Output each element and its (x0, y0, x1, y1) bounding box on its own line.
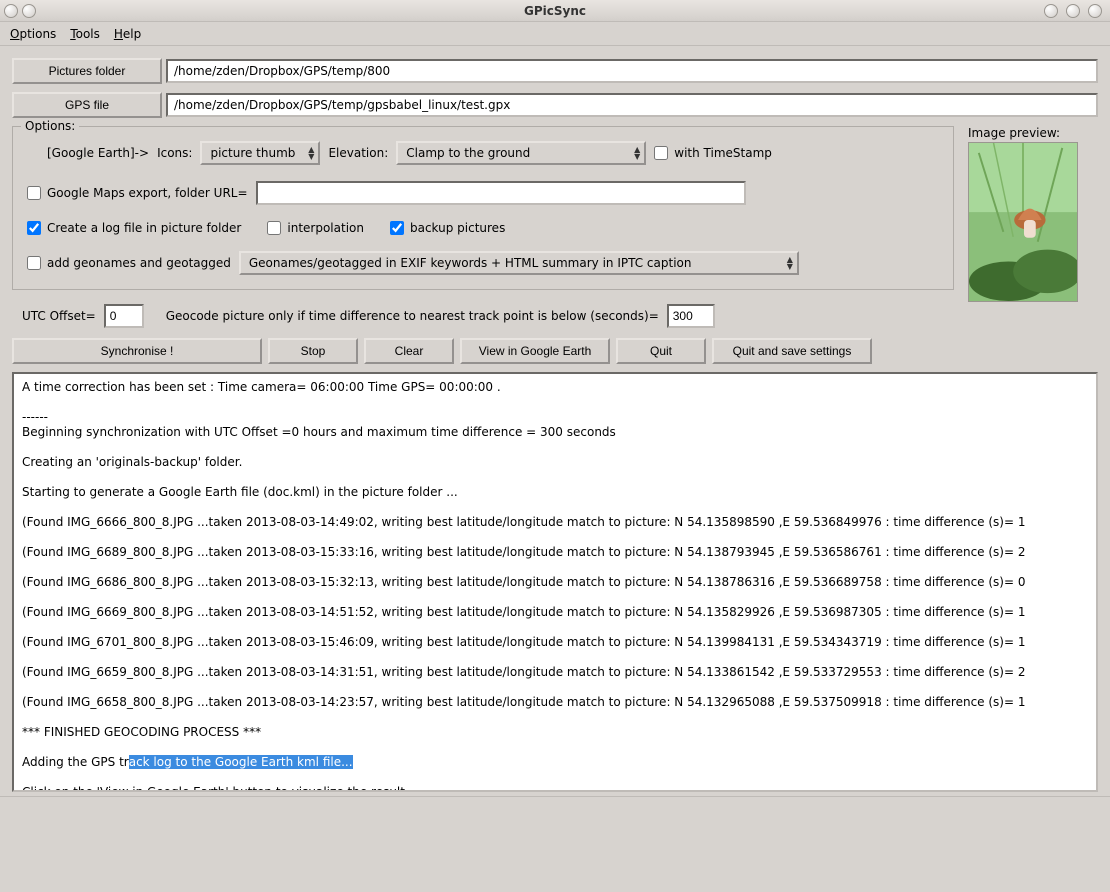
clear-button[interactable]: Clear (364, 338, 454, 364)
options-legend: Options: (21, 119, 79, 133)
window-titlebar: GPicSync (0, 0, 1110, 22)
stop-button[interactable]: Stop (268, 338, 358, 364)
close-icon[interactable] (1088, 4, 1102, 18)
menubar: Options Tools Help (0, 22, 1110, 46)
window-title: GPicSync (524, 4, 586, 18)
gps-file-input[interactable] (166, 93, 1098, 117)
gps-file-button[interactable]: GPS file (12, 92, 162, 118)
icons-value: picture thumb (210, 146, 295, 160)
geonames-label: add geonames and geotagged (47, 256, 231, 270)
window-menu-icon[interactable] (4, 4, 18, 18)
gmaps-export-checkbox[interactable]: Google Maps export, folder URL= (27, 186, 248, 200)
minimize-icon[interactable] (1044, 4, 1058, 18)
gmaps-export-label: Google Maps export, folder URL= (47, 186, 248, 200)
interpolation-label: interpolation (287, 221, 364, 235)
geocode-threshold-label: Geocode picture only if time difference … (166, 309, 659, 323)
with-timestamp-label: with TimeStamp (674, 146, 772, 160)
geonames-mode-select[interactable]: Geonames/geotagged in EXIF keywords + HT… (239, 251, 799, 275)
elevation-value: Clamp to the ground (406, 146, 530, 160)
chevron-updown-icon: ▲▼ (634, 146, 640, 160)
menu-help[interactable]: Help (114, 27, 141, 41)
geonames-checkbox[interactable]: add geonames and geotagged (27, 256, 231, 270)
elevation-label: Elevation: (328, 146, 388, 160)
icons-select[interactable]: picture thumb ▲▼ (200, 141, 320, 165)
with-timestamp-checkbox[interactable]: with TimeStamp (654, 146, 772, 160)
create-log-label: Create a log file in picture folder (47, 221, 241, 235)
pictures-folder-button[interactable]: Pictures folder (12, 58, 162, 84)
chevron-updown-icon: ▲▼ (308, 146, 314, 160)
maximize-icon[interactable] (1066, 4, 1080, 18)
menu-tools[interactable]: Tools (70, 27, 100, 41)
status-bar (0, 796, 1110, 816)
create-log-checkbox[interactable]: Create a log file in picture folder (27, 221, 241, 235)
log-output[interactable]: A time correction has been set : Time ca… (12, 372, 1098, 792)
utc-offset-label: UTC Offset= (22, 309, 96, 323)
pictures-folder-input[interactable] (166, 59, 1098, 83)
log-text: Click on the 'View in Google Earth' butt… (22, 785, 440, 792)
log-text: A time correction has been set : Time ca… (22, 380, 1025, 769)
backup-label: backup pictures (410, 221, 505, 235)
geonames-mode-value: Geonames/geotagged in EXIF keywords + HT… (249, 256, 692, 270)
geocode-seconds-input[interactable] (667, 304, 715, 328)
google-earth-prefix: [Google Earth]-> (47, 146, 149, 160)
view-google-earth-button[interactable]: View in Google Earth (460, 338, 610, 364)
window-sticky-icon[interactable] (22, 4, 36, 18)
synchronise-button[interactable]: Synchronise ! (12, 338, 262, 364)
quit-save-button[interactable]: Quit and save settings (712, 338, 872, 364)
gmaps-url-input[interactable] (256, 181, 746, 205)
image-preview-label: Image preview: (968, 126, 1098, 140)
log-selection: ack log to the Google Earth kml file... (129, 755, 353, 769)
chevron-updown-icon: ▲▼ (787, 256, 793, 270)
options-group: Options: [Google Earth]-> Icons: picture… (12, 126, 954, 290)
utc-offset-input[interactable] (104, 304, 144, 328)
elevation-select[interactable]: Clamp to the ground ▲▼ (396, 141, 646, 165)
icons-label: Icons: (157, 146, 192, 160)
interpolation-checkbox[interactable]: interpolation (267, 221, 364, 235)
menu-options[interactable]: Options (10, 27, 56, 41)
image-preview (968, 142, 1078, 302)
backup-checkbox[interactable]: backup pictures (390, 221, 505, 235)
quit-button[interactable]: Quit (616, 338, 706, 364)
